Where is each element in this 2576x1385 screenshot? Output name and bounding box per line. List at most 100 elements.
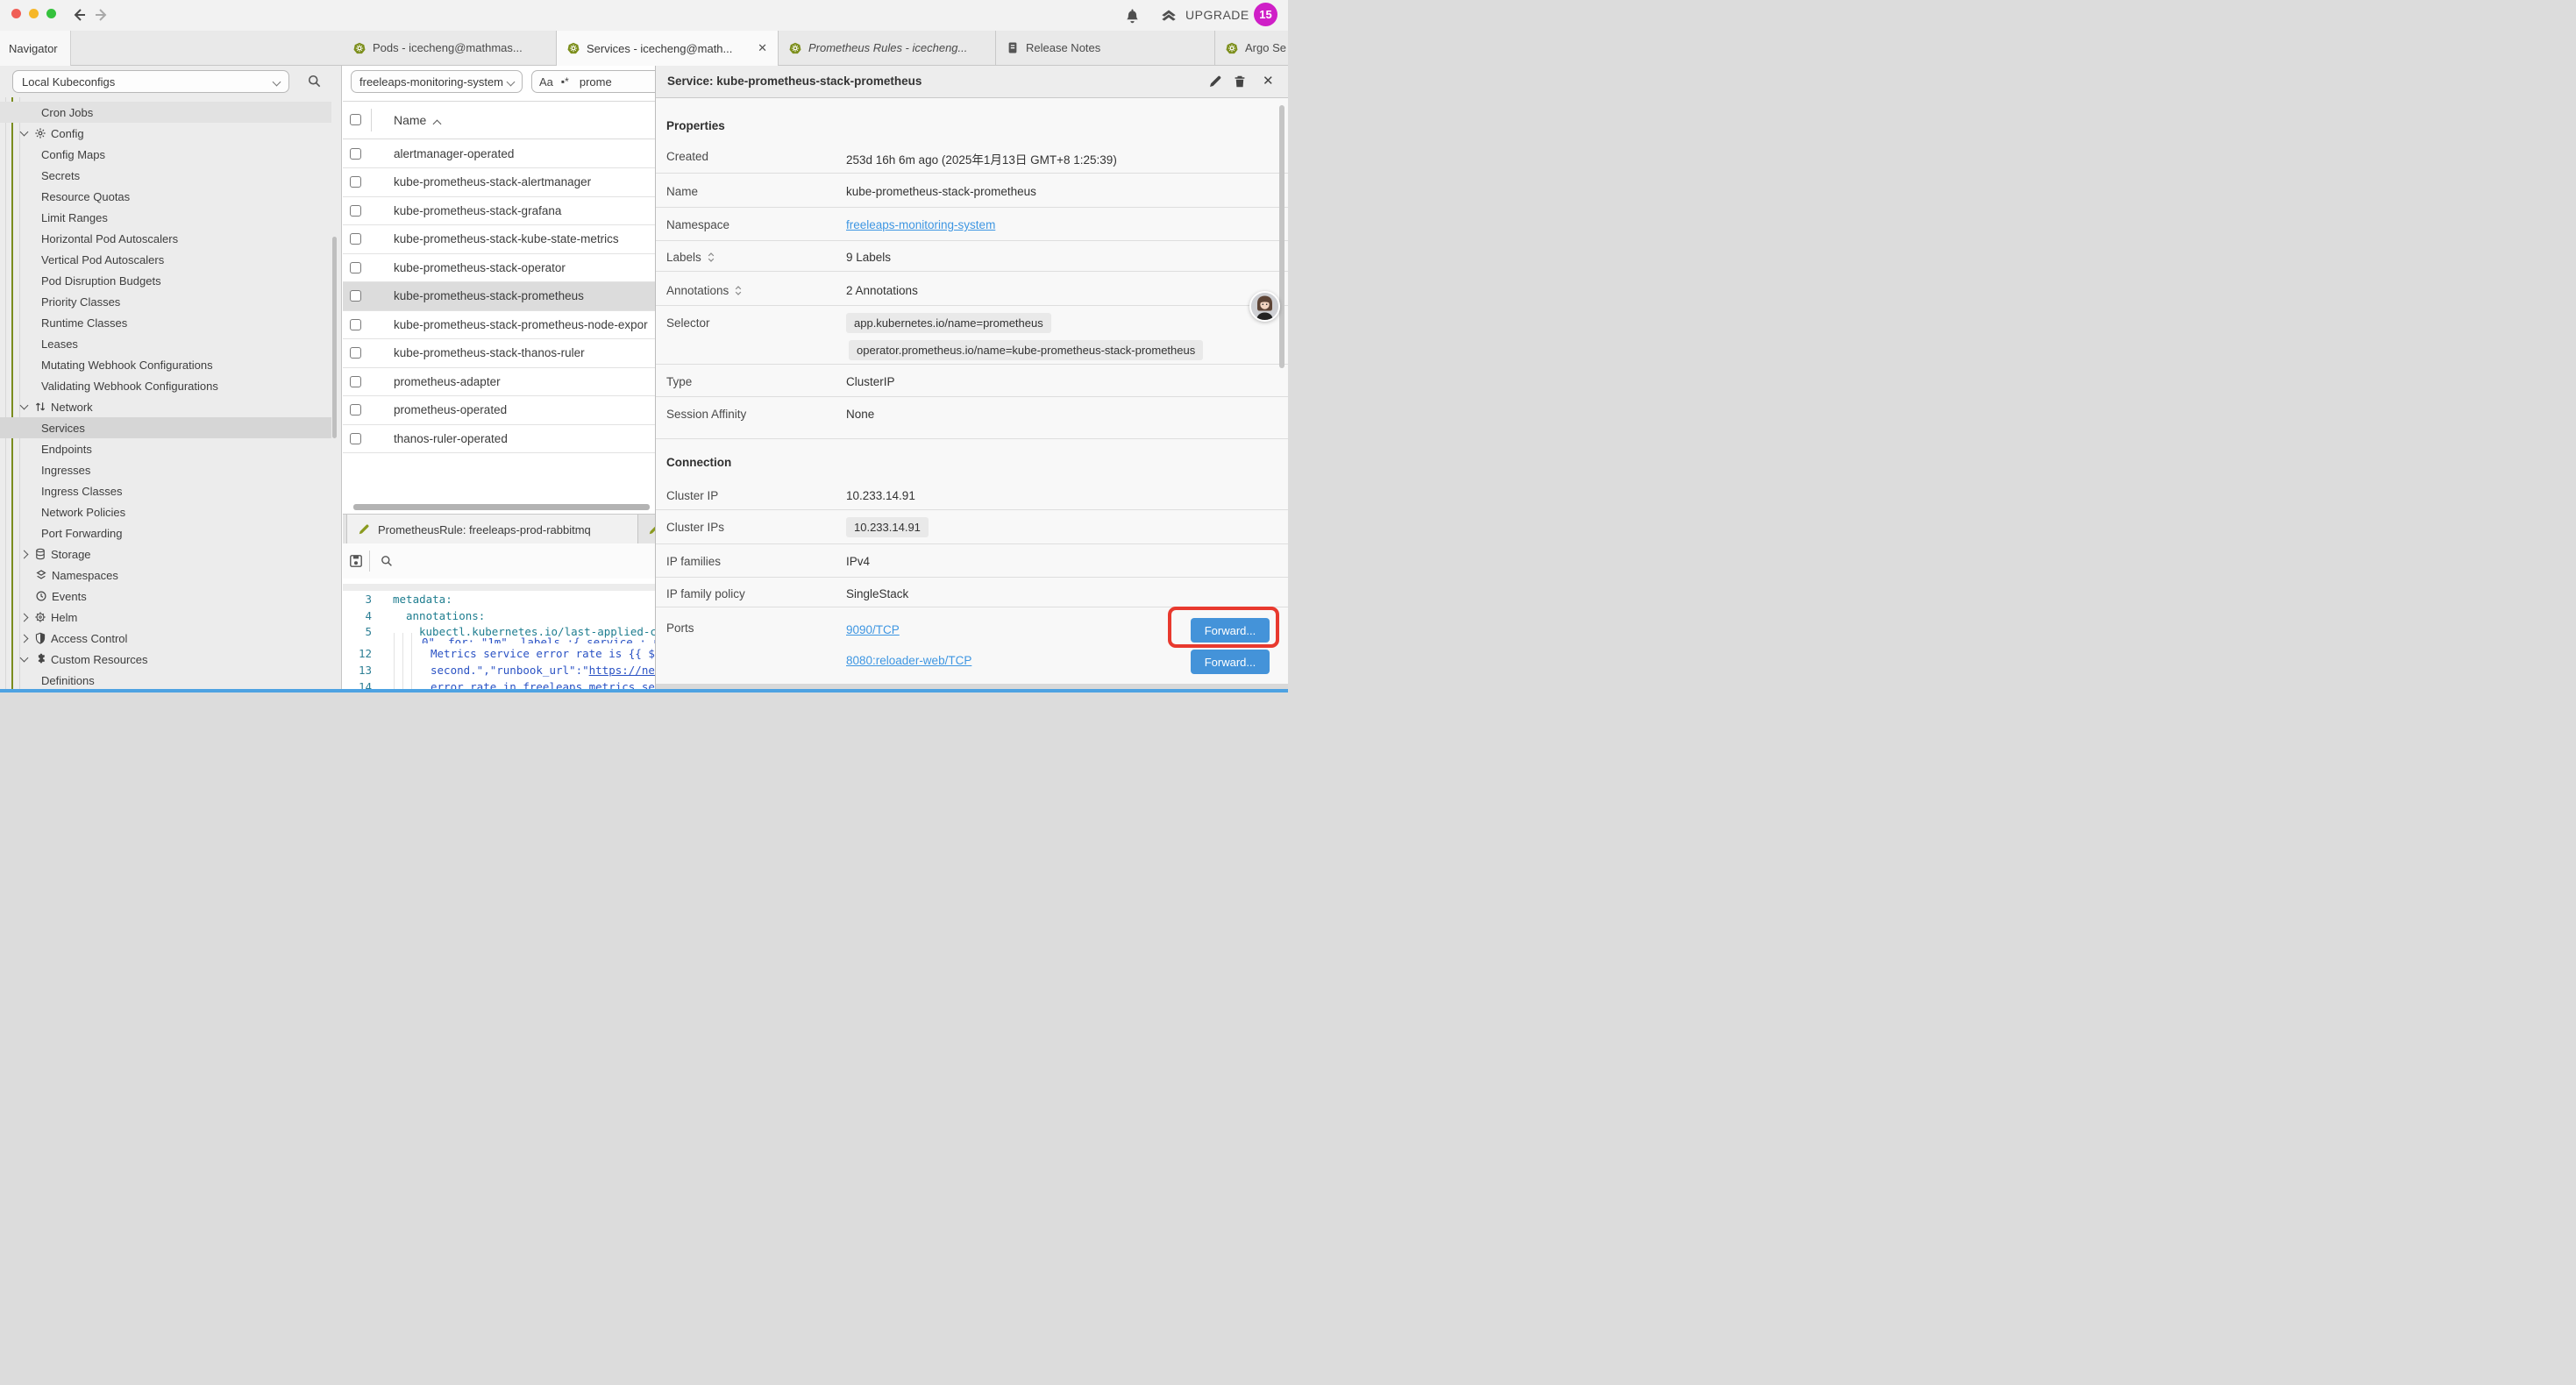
table-row[interactable]: prometheus-operated [343,396,655,425]
row-checkbox[interactable] [350,290,361,302]
detail-scrollbar[interactable] [1279,105,1284,368]
sidebar-item-ingress-classes[interactable]: Ingress Classes [0,480,331,501]
sidebar-item-vertical-pod-autoscalers[interactable]: Vertical Pod Autoscalers [0,249,331,270]
sidebar-item-helm[interactable]: Helm [0,607,331,628]
sidebar-item-ingresses[interactable]: Ingresses [0,459,331,480]
sidebar-item-events[interactable]: Events [0,586,331,607]
tab-navigator[interactable]: Navigator [0,31,71,66]
sidebar-item-leases[interactable]: Leases [0,333,331,354]
yaml-editor[interactable]: 3metadata: 4annotations: 5kubectl.kubern… [343,591,655,692]
row-checkbox[interactable] [350,404,361,416]
properties-heading: Properties [666,119,725,132]
tab-label: Services - icecheng@math... [587,42,732,55]
delete-icon[interactable] [1233,75,1248,89]
table-row-selected[interactable]: kube-prometheus-stack-prometheus [343,282,655,311]
upgrade-label: UPGRADE [1185,8,1249,22]
sidebar-item-validating-webhook-configurations[interactable]: Validating Webhook Configurations [0,375,331,396]
forward-icon[interactable] [95,7,110,23]
tab-argo[interactable]: Argo Se [1215,31,1288,65]
row-checkbox[interactable] [350,347,361,359]
editor-tab-partial[interactable] [648,515,655,544]
sidebar-item-config[interactable]: Config [0,123,331,144]
regex-toggle[interactable]: ▪* [561,75,569,88]
traffic-light-minimize[interactable] [29,9,39,18]
sidebar-item-resource-quotas[interactable]: Resource Quotas [0,186,331,207]
table-row[interactable]: kube-prometheus-stack-grafana [343,196,655,225]
sidebar-scrollbar[interactable] [332,237,337,438]
row-checkbox[interactable] [350,233,361,245]
column-header-name[interactable]: Name [394,113,426,127]
namespace-select[interactable]: freeleaps-monitoring-system [351,70,523,93]
row-checkbox[interactable] [350,148,361,160]
sidebar-item-horizontal-pod-autoscalers[interactable]: Horizontal Pod Autoscalers [0,228,331,249]
sort-ascending-icon[interactable] [433,120,442,129]
sidebar-item-mutating-webhook-configurations[interactable]: Mutating Webhook Configurations [0,354,331,375]
table-row[interactable]: kube-prometheus-stack-alertmanager [343,168,655,197]
port-link-8080[interactable]: 8080:reloader-web/TCP [846,654,971,667]
kubeconfig-select[interactable]: Local Kubeconfigs [12,70,289,93]
tab-label: Pods - icecheng@mathmas... [373,41,523,54]
bell-icon[interactable] [1124,6,1141,24]
kubernetes-icon [353,42,366,54]
row-checkbox[interactable] [350,176,361,188]
sidebar-item-cron-jobs[interactable]: Cron Jobs [0,102,331,123]
sidebar-item-namespaces[interactable]: Namespaces [0,565,331,586]
table-row[interactable]: kube-prometheus-stack-prometheus-node-ex… [343,310,655,339]
upgrade-button[interactable]: UPGRADE [1159,5,1249,25]
table-row[interactable]: prometheus-adapter [343,367,655,396]
sidebar-item-secrets[interactable]: Secrets [0,165,331,186]
sidebar-item-priority-classes[interactable]: Priority Classes [0,291,331,312]
table-row[interactable]: thanos-ruler-operated [343,424,655,453]
row-checkbox[interactable] [350,262,361,273]
tab-services[interactable]: Services - icecheng@math... ✕ [557,31,779,66]
traffic-light-zoom[interactable] [46,9,56,18]
bottom-accent-strip [0,689,1288,692]
editor-tab-prometheusrule[interactable]: PrometheusRule: freeleaps-prod-rabbitmq [346,515,638,544]
table-row[interactable]: kube-prometheus-stack-operator [343,253,655,282]
sidebar-item-runtime-classes[interactable]: Runtime Classes [0,312,331,333]
tab-release-notes[interactable]: Release Notes [996,31,1215,65]
sidebar-item-definitions[interactable]: Definitions [0,670,331,691]
namespace-link[interactable]: freeleaps-monitoring-system [846,218,995,231]
table-row[interactable]: kube-prometheus-stack-kube-state-metrics [343,225,655,254]
sidebar-item-endpoints[interactable]: Endpoints [0,438,331,459]
horizontal-scrollbar[interactable] [353,504,650,510]
code-link[interactable]: https://net [589,664,655,677]
tab-prometheus-rules[interactable]: Prometheus Rules - icecheng... [779,31,996,65]
sidebar-item-port-forwarding[interactable]: Port Forwarding [0,522,331,543]
sidebar-item-services[interactable]: Services [0,417,331,438]
sidebar-item-custom-resources[interactable]: Custom Resources [0,649,331,670]
close-icon[interactable]: ✕ [758,41,767,55]
sidebar-item-access-control[interactable]: Access Control [0,628,331,649]
kubernetes-icon [1226,42,1238,54]
port-link-9090[interactable]: 9090/TCP [846,623,900,636]
sidebar-item-config-maps[interactable]: Config Maps [0,144,331,165]
close-icon[interactable]: ✕ [1263,73,1277,88]
avatar[interactable] [1249,291,1280,322]
search-icon[interactable] [307,74,322,89]
row-checkbox[interactable] [350,205,361,217]
save-icon[interactable] [349,554,363,568]
find-icon[interactable] [380,554,394,568]
sidebar-item-pod-disruption-budgets[interactable]: Pod Disruption Budgets [0,270,331,291]
table-row[interactable]: alertmanager-operated [343,139,655,168]
forward-button-8080[interactable]: Forward... [1191,650,1270,674]
sidebar-item-storage[interactable]: Storage [0,543,331,565]
traffic-light-close[interactable] [11,9,21,18]
select-all-checkbox[interactable] [350,114,361,125]
notification-badge[interactable]: 15 [1254,3,1277,26]
expand-collapse-icon[interactable] [707,252,715,263]
edit-icon[interactable] [1208,75,1223,89]
expand-collapse-icon[interactable] [734,285,743,296]
search-input[interactable]: Aa ▪* prome [531,70,655,93]
sidebar-item-network-policies[interactable]: Network Policies [0,501,331,522]
sidebar-item-limit-ranges[interactable]: Limit Ranges [0,207,331,228]
row-checkbox[interactable] [350,319,361,330]
row-checkbox[interactable] [350,433,361,444]
tab-pods[interactable]: Pods - icecheng@mathmas... [343,31,557,65]
back-icon[interactable] [70,7,86,23]
match-case-toggle[interactable]: Aa [539,75,553,89]
table-row[interactable]: kube-prometheus-stack-thanos-ruler [343,339,655,368]
sidebar-item-network[interactable]: Network [0,396,331,417]
row-checkbox[interactable] [350,376,361,387]
